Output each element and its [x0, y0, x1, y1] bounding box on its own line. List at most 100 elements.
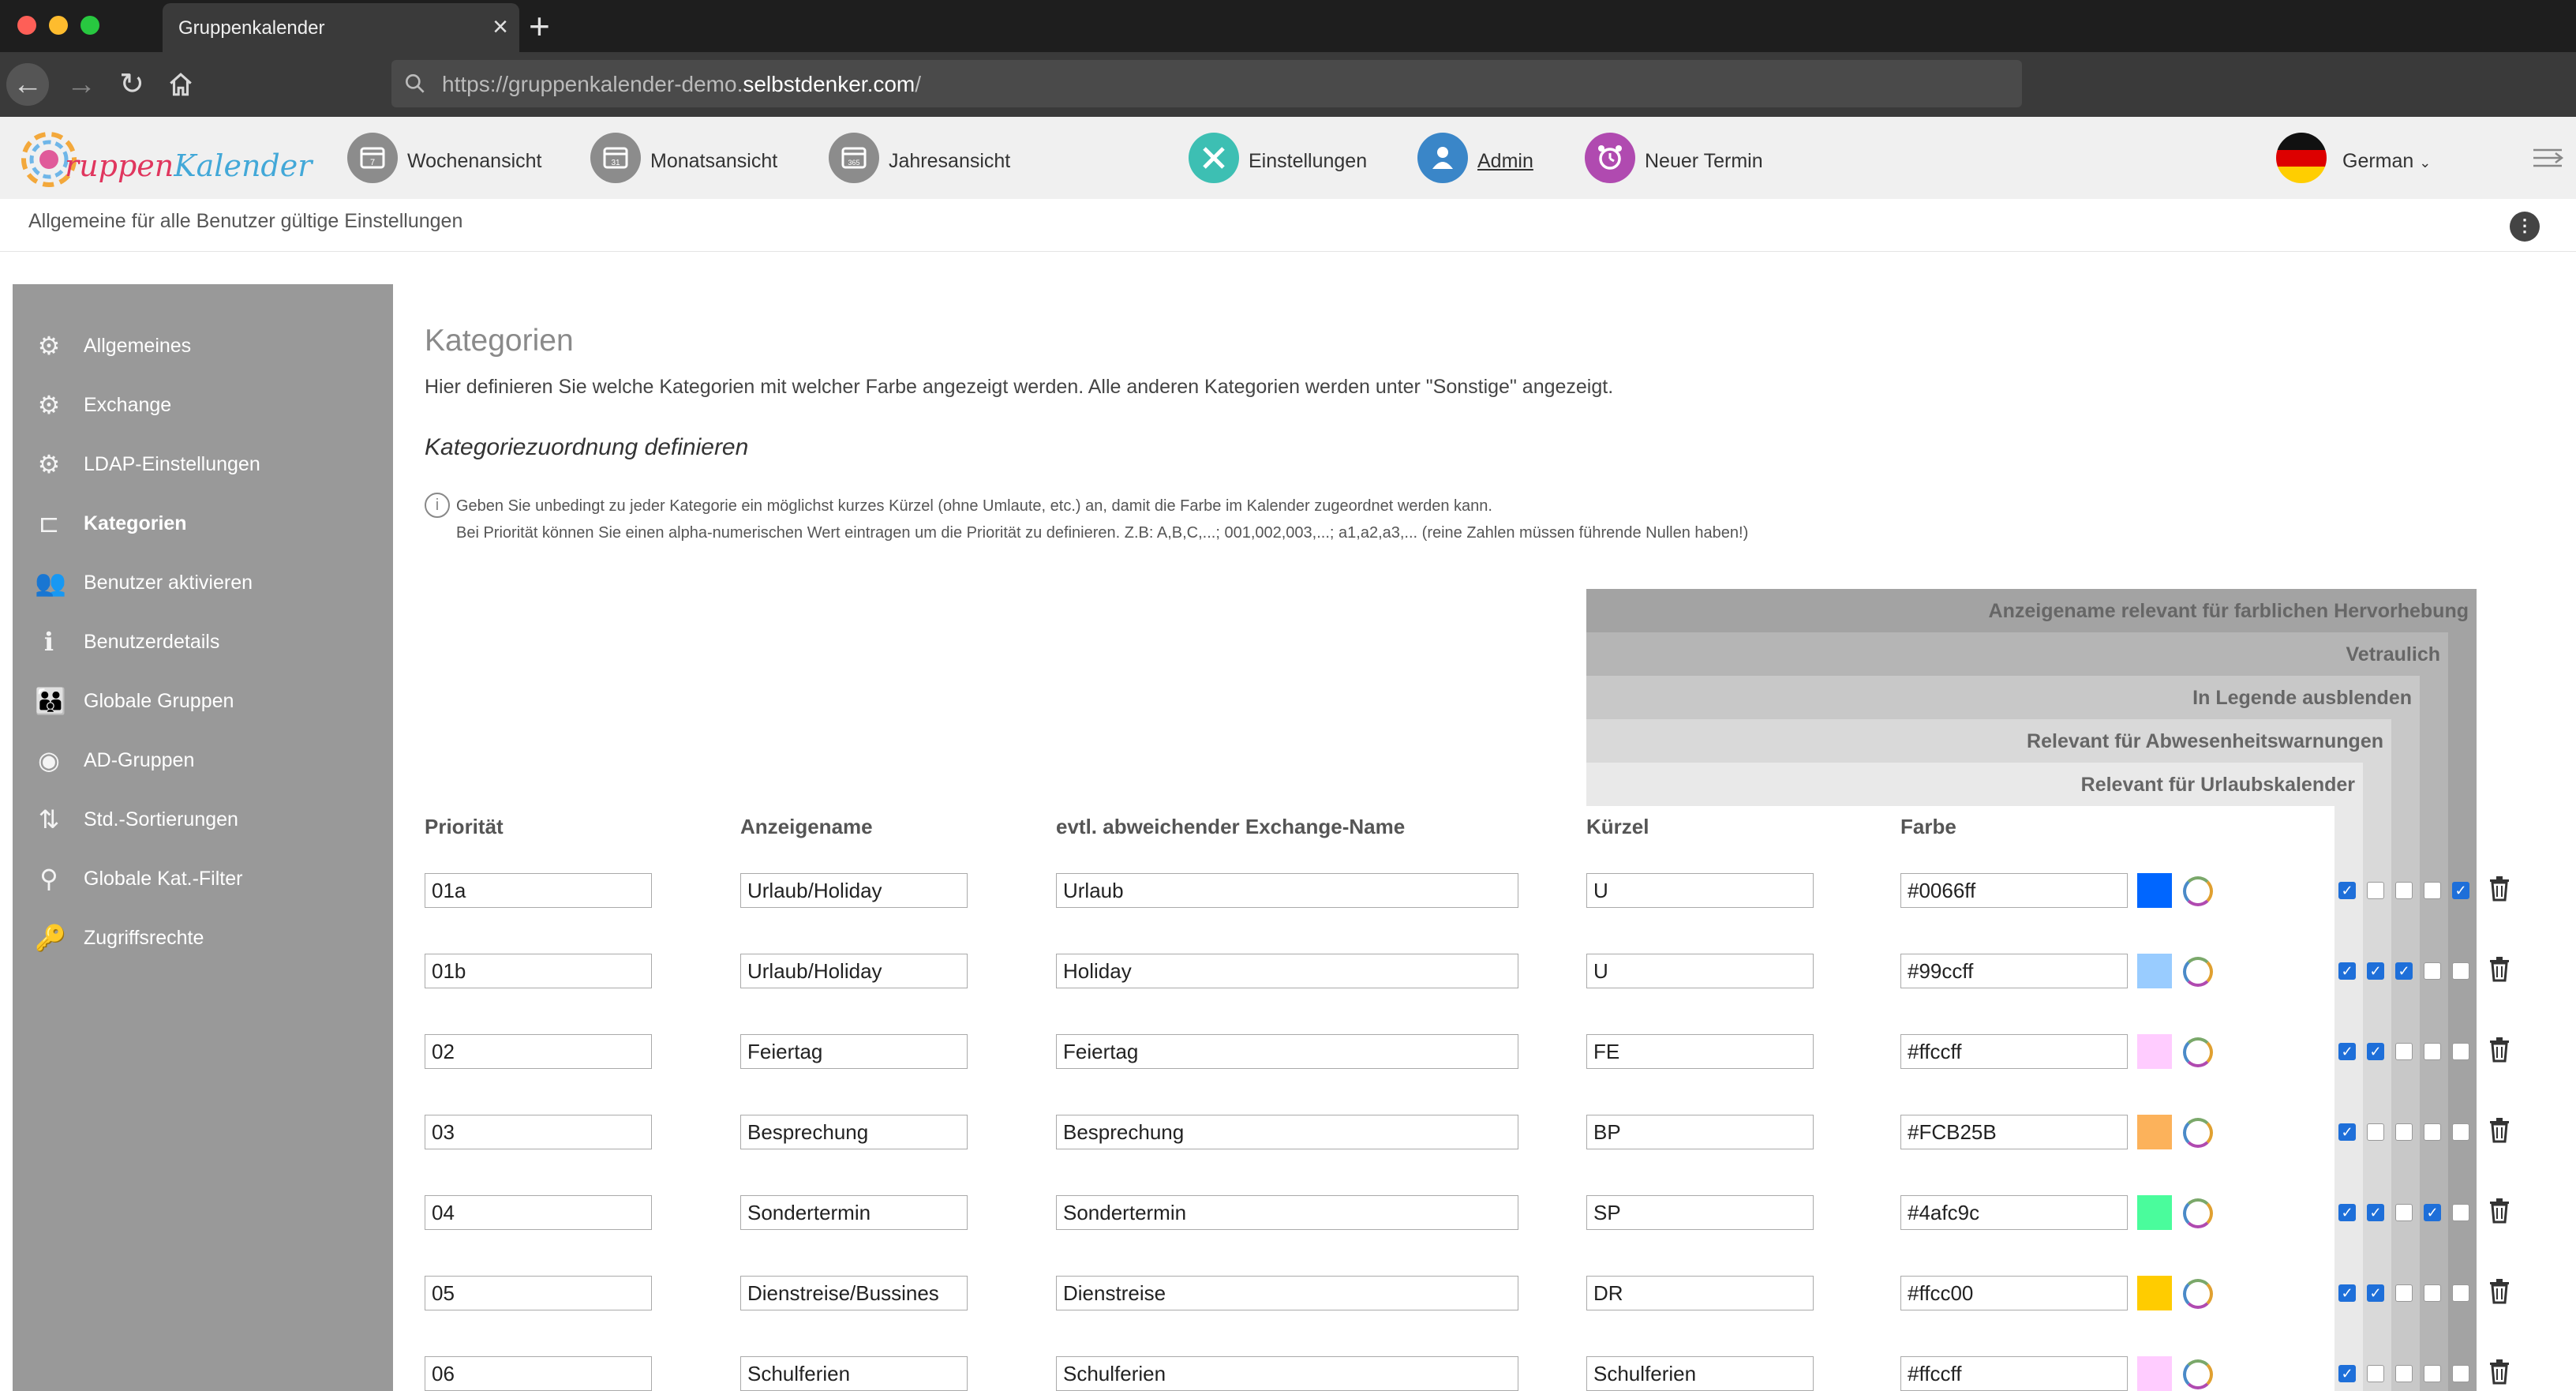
anzeigename-input[interactable]: [740, 873, 968, 908]
farbe-input[interactable]: [1900, 1276, 2128, 1310]
checkbox-band-0[interactable]: ✓: [2338, 962, 2356, 980]
checkbox-band-0[interactable]: ✓: [2338, 1365, 2356, 1382]
delete-icon[interactable]: [2488, 1358, 2511, 1385]
checkbox-band-3[interactable]: [2424, 1365, 2441, 1382]
exchange-name-input[interactable]: [1056, 1115, 1518, 1149]
language-select[interactable]: German ⌄: [2342, 150, 2431, 173]
sidebar-item-globale-kat-filter[interactable]: ⚲ Globale Kat.-Filter: [13, 855, 393, 902]
checkbox-band-1[interactable]: [2367, 1123, 2384, 1141]
delete-icon[interactable]: [2488, 1116, 2511, 1143]
color-picker-icon[interactable]: [2183, 1037, 2213, 1067]
sidebar-item-allgemeines[interactable]: ⚙ Allgemeines: [13, 322, 393, 369]
checkbox-band-3[interactable]: ✓: [2424, 1204, 2441, 1221]
checkbox-band-4[interactable]: [2452, 962, 2469, 980]
color-picker-icon[interactable]: [2183, 1118, 2213, 1148]
prioritaet-input[interactable]: [425, 1034, 652, 1069]
browser-tab[interactable]: Gruppenkalender ×: [163, 3, 519, 52]
checkbox-band-3[interactable]: [2424, 1043, 2441, 1060]
color-swatch[interactable]: [2137, 1115, 2172, 1149]
anzeigename-input[interactable]: [740, 1195, 968, 1230]
delete-icon[interactable]: [2488, 1036, 2511, 1063]
anzeigename-input[interactable]: [740, 1276, 968, 1310]
checkbox-band-2[interactable]: [2395, 1365, 2413, 1382]
exchange-name-input[interactable]: [1056, 1356, 1518, 1391]
checkbox-band-1[interactable]: ✓: [2367, 1204, 2384, 1221]
sidebar-item-kategorien[interactable]: ⊏ Kategorien: [13, 500, 393, 547]
anzeigename-input[interactable]: [740, 1034, 968, 1069]
color-picker-icon[interactable]: [2183, 1279, 2213, 1309]
checkbox-band-4[interactable]: [2452, 1043, 2469, 1060]
exchange-name-input[interactable]: [1056, 873, 1518, 908]
checkbox-band-0[interactable]: ✓: [2338, 1123, 2356, 1141]
checkbox-band-1[interactable]: ✓: [2367, 1284, 2384, 1302]
checkbox-band-3[interactable]: [2424, 1123, 2441, 1141]
farbe-input[interactable]: [1900, 873, 2128, 908]
kuerzel-input[interactable]: [1586, 954, 1814, 988]
kuerzel-input[interactable]: [1586, 1034, 1814, 1069]
sidebar-item-ldap-einstellungen[interactable]: ⚙ LDAP-Einstellungen: [13, 441, 393, 488]
back-icon[interactable]: ←: [6, 63, 49, 106]
anzeigename-input[interactable]: [740, 954, 968, 988]
kuerzel-input[interactable]: [1586, 1356, 1814, 1391]
window-maximize-button[interactable]: [80, 16, 99, 35]
checkbox-band-3[interactable]: [2424, 1284, 2441, 1302]
checkbox-band-4[interactable]: [2452, 1204, 2469, 1221]
checkbox-band-4[interactable]: [2452, 1123, 2469, 1141]
checkbox-band-2[interactable]: [2395, 1123, 2413, 1141]
more-options-icon[interactable]: ⋮: [2510, 212, 2540, 242]
prioritaet-input[interactable]: [425, 954, 652, 988]
sidebar-item-exchange[interactable]: ⚙ Exchange: [13, 381, 393, 429]
prioritaet-input[interactable]: [425, 1356, 652, 1391]
german-flag-icon[interactable]: [2276, 133, 2327, 183]
checkbox-band-4[interactable]: [2452, 1365, 2469, 1382]
sidebar-item-benutzer-aktivieren[interactable]: 👥 Benutzer aktivieren: [13, 559, 393, 606]
app-logo[interactable]: ruppenKalender: [17, 123, 312, 194]
checkbox-band-2[interactable]: [2395, 882, 2413, 899]
delete-icon[interactable]: [2488, 955, 2511, 982]
exchange-name-input[interactable]: [1056, 954, 1518, 988]
address-bar[interactable]: https://gruppenkalender-demo.selbstdenke…: [391, 60, 2022, 107]
color-swatch[interactable]: [2137, 1276, 2172, 1310]
prioritaet-input[interactable]: [425, 1195, 652, 1230]
checkbox-band-1[interactable]: ✓: [2367, 1043, 2384, 1060]
menu-toggle-icon[interactable]: [2530, 141, 2565, 175]
checkbox-band-3[interactable]: [2424, 882, 2441, 899]
new-tab-icon[interactable]: +: [529, 6, 550, 46]
sidebar-item-globale-gruppen[interactable]: 👪 Globale Gruppen: [13, 677, 393, 725]
prioritaet-input[interactable]: [425, 1115, 652, 1149]
prioritaet-input[interactable]: [425, 873, 652, 908]
delete-icon[interactable]: [2488, 875, 2511, 902]
sidebar-item-ad-gruppen[interactable]: ◉ AD-Gruppen: [13, 737, 393, 784]
kuerzel-input[interactable]: [1586, 873, 1814, 908]
delete-icon[interactable]: [2488, 1197, 2511, 1224]
farbe-input[interactable]: [1900, 954, 2128, 988]
color-swatch[interactable]: [2137, 873, 2172, 908]
checkbox-band-2[interactable]: ✓: [2395, 962, 2413, 980]
anzeigename-input[interactable]: [740, 1115, 968, 1149]
checkbox-band-2[interactable]: [2395, 1043, 2413, 1060]
color-picker-icon[interactable]: [2183, 957, 2213, 987]
color-swatch[interactable]: [2137, 1034, 2172, 1069]
sidebar-item-std-sortierungen[interactable]: ⇅ Std.-Sortierungen: [13, 796, 393, 843]
farbe-input[interactable]: [1900, 1115, 2128, 1149]
kuerzel-input[interactable]: [1586, 1195, 1814, 1230]
anzeigename-input[interactable]: [740, 1356, 968, 1391]
color-swatch[interactable]: [2137, 954, 2172, 988]
color-picker-icon[interactable]: [2183, 1198, 2213, 1228]
color-picker-icon[interactable]: [2183, 876, 2213, 906]
checkbox-band-4[interactable]: ✓: [2452, 882, 2469, 899]
farbe-input[interactable]: [1900, 1034, 2128, 1069]
checkbox-band-2[interactable]: [2395, 1204, 2413, 1221]
checkbox-band-0[interactable]: ✓: [2338, 882, 2356, 899]
color-swatch[interactable]: [2137, 1356, 2172, 1391]
farbe-input[interactable]: [1900, 1356, 2128, 1391]
exchange-name-input[interactable]: [1056, 1034, 1518, 1069]
sidebar-item-zugriffsrechte[interactable]: 🔑 Zugriffsrechte: [13, 914, 393, 962]
exchange-name-input[interactable]: [1056, 1195, 1518, 1230]
checkbox-band-0[interactable]: ✓: [2338, 1204, 2356, 1221]
kuerzel-input[interactable]: [1586, 1276, 1814, 1310]
forward-icon[interactable]: →: [60, 63, 103, 106]
delete-icon[interactable]: [2488, 1277, 2511, 1304]
reload-icon[interactable]: ↻: [110, 63, 153, 106]
checkbox-band-1[interactable]: [2367, 1365, 2384, 1382]
